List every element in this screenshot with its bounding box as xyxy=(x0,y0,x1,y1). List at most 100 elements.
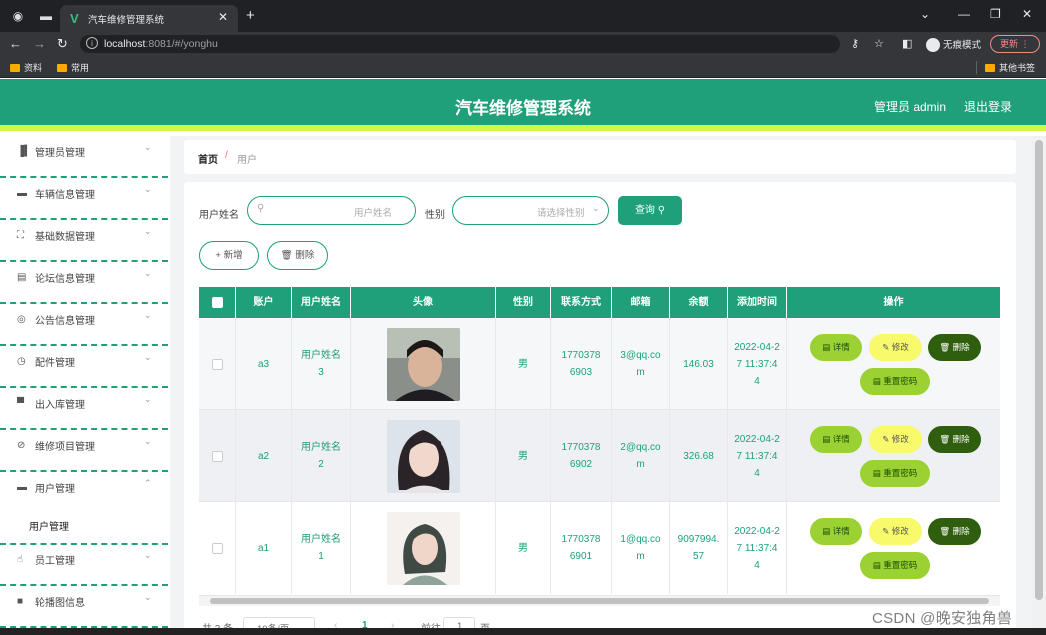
detail-button[interactable]: ▤ 详情 xyxy=(810,334,862,361)
name-search-input[interactable]: ⚲ 用户姓名 xyxy=(247,196,416,225)
cell-actions: ▤ 详情 ✎ 修改 🗑 删除 ▤ 重置密码 xyxy=(787,502,1000,594)
sidebar-item-repair[interactable]: ⊘ 维修项目管理 ⌄ xyxy=(0,430,168,472)
reset-password-button[interactable]: ▤ 重置密码 xyxy=(860,368,930,395)
bookmark-folder-2[interactable]: 常用 xyxy=(57,61,89,74)
delete-button[interactable]: 🗑 删除 xyxy=(928,518,981,545)
row-checkbox[interactable] xyxy=(211,542,223,554)
site-info-icon[interactable]: i xyxy=(86,37,98,49)
thumb-up-icon: ☝ xyxy=(17,554,24,565)
chevron-down-icon: ⌄ xyxy=(144,592,152,602)
row-checkbox[interactable] xyxy=(211,358,223,370)
key-icon[interactable]: ⚷ xyxy=(851,37,859,50)
reset-password-button[interactable]: ▤ 重置密码 xyxy=(860,552,930,579)
cell-account: a3 xyxy=(236,318,292,410)
query-button[interactable]: 查询 ⚲ xyxy=(618,196,682,225)
page-vertical-scrollbar[interactable] xyxy=(1032,136,1046,635)
tab-search-icon[interactable]: ▬ xyxy=(38,8,54,24)
sidebar-item-notice[interactable]: ◎ 公告信息管理 ⌄ xyxy=(0,304,168,346)
select-all-checkbox[interactable] xyxy=(199,287,236,318)
breadcrumb: 首页 / 用户 xyxy=(184,140,1016,174)
delete-button[interactable]: 🗑 删除 xyxy=(928,334,981,361)
minimize-icon[interactable]: — xyxy=(958,7,970,21)
watermark: CSDN @晚安独角兽 xyxy=(872,610,1013,627)
chevron-down-icon: ⌄ xyxy=(144,268,152,278)
restore-icon[interactable]: ❐ xyxy=(990,7,1001,21)
cell-gender: 男 xyxy=(496,502,551,594)
edit-button[interactable]: ✎ 修改 xyxy=(869,518,922,545)
table-horizontal-scrollbar[interactable] xyxy=(199,596,1000,606)
bookmark-star-icon[interactable]: ☆ xyxy=(874,37,884,50)
back-icon[interactable]: ← xyxy=(9,36,22,51)
breadcrumb-separator: / xyxy=(225,150,228,161)
chevron-down-icon: ⌄ xyxy=(144,226,152,236)
chevron-down-icon: ⌄ xyxy=(144,394,152,404)
sidebar-item-forum[interactable]: ▤ 论坛信息管理 ⌄ xyxy=(0,262,168,304)
trash-icon: 🗑 xyxy=(280,250,293,261)
search-icon: ⚲ xyxy=(657,205,666,216)
sidebar-item-label: 论坛信息管理 xyxy=(35,274,95,285)
document-icon: ▤ xyxy=(872,376,881,386)
detail-button[interactable]: ▤ 详情 xyxy=(810,426,862,453)
bookmark-folder-1[interactable]: 资料 xyxy=(10,61,42,74)
cell-phone: 17703786902 xyxy=(551,410,612,502)
update-button[interactable]: 更新 ⋮ xyxy=(990,35,1040,53)
new-tab-icon[interactable]: + xyxy=(246,7,255,24)
cell-time: 2022-04-27 11:37:44 xyxy=(728,410,787,502)
cell-phone: 17703786903 xyxy=(551,318,612,410)
briefcase-icon: ▬ xyxy=(17,188,27,199)
breadcrumb-home[interactable]: 首页 xyxy=(198,151,218,166)
os-taskbar xyxy=(0,628,1046,635)
user-avatar-image xyxy=(386,327,460,401)
side-panel-icon[interactable]: ◧ xyxy=(902,37,912,50)
chevron-up-icon: ⌃ xyxy=(144,478,152,488)
sidebar-item-label: 公告信息管理 xyxy=(35,316,95,327)
admin-label: 管理员 admin xyxy=(874,100,947,114)
browser-tab-bar: ◉ ▬ V 汽车维修管理系统 ✕ + ⌄ — ❐ ✕ xyxy=(0,0,1046,32)
sidebar-item-basic-data[interactable]: ⛶ 基础数据管理 ⌄ xyxy=(0,220,168,262)
edit-button[interactable]: ✎ 修改 xyxy=(869,426,922,453)
breadcrumb-current: 用户 xyxy=(237,155,257,166)
reload-icon[interactable]: ↻ xyxy=(57,36,68,52)
edit-button[interactable]: ✎ 修改 xyxy=(869,334,922,361)
detail-button[interactable]: ▤ 详情 xyxy=(810,518,862,545)
cell-account: a2 xyxy=(236,410,292,502)
forward-icon[interactable]: → xyxy=(33,36,46,51)
tab-list-chevron-icon[interactable]: ⌄ xyxy=(920,7,930,21)
sidebar-item-staff[interactable]: ☝ 员工管理 ⌄ xyxy=(0,544,168,586)
batch-delete-button[interactable]: 🗑 删除 xyxy=(267,241,328,270)
col-phone: 联系方式 xyxy=(551,287,612,318)
other-bookmarks[interactable]: 其他书签 xyxy=(976,61,1035,74)
sidebar-subitem-users[interactable]: 用户管理 xyxy=(0,508,168,545)
table-header: 账户 用户姓名 头像 性别 联系方式 邮箱 余额 添加时间 操作 xyxy=(199,287,1000,318)
search-icon: ⚲ xyxy=(257,203,265,214)
sidebar-item-parts[interactable]: ◷ 配件管理 ⌄ xyxy=(0,346,168,388)
cell-actions: ▤ 详情 ✎ 修改 🗑 删除 ▤ 重置密码 xyxy=(787,318,1000,410)
chevron-down-icon: ⌄ xyxy=(144,184,152,194)
sidebar-item-admin[interactable]: ▐▍ 管理员管理 ⌄ xyxy=(0,136,168,178)
sidebar-item-vehicles[interactable]: ▬ 车辆信息管理 ⌄ xyxy=(0,178,168,220)
cell-email: 1@qq.com xyxy=(612,502,670,594)
chevron-down-icon: ⌄ xyxy=(144,142,152,152)
incognito-indicator[interactable]: 无痕模式 xyxy=(926,37,981,53)
plus-icon: + xyxy=(215,250,221,261)
sidebar-item-carousel[interactable]: ■ 轮播图信息 ⌄ xyxy=(0,586,168,628)
sidebar-item-label: 出入库管理 xyxy=(35,400,85,411)
chrome-menu-icon[interactable]: ◉ xyxy=(10,8,26,24)
no-signal-icon: ⊘ xyxy=(17,440,26,451)
close-window-icon[interactable]: ✕ xyxy=(1022,7,1032,21)
sidebar: ▐▍ 管理员管理 ⌄ ▬ 车辆信息管理 ⌄ ⛶ 基础数据管理 ⌄ ▤ 论坛信息管… xyxy=(0,136,168,635)
chevron-down-icon: ⌄ xyxy=(144,550,152,560)
reset-password-button[interactable]: ▤ 重置密码 xyxy=(860,460,930,487)
sidebar-item-inventory[interactable]: ▀ 出入库管理 ⌄ xyxy=(0,388,168,430)
browser-tab[interactable]: V 汽车维修管理系统 ✕ xyxy=(60,5,238,32)
logout-link[interactable]: 退出登录 xyxy=(964,98,1012,115)
add-button[interactable]: + 新增 xyxy=(199,241,259,270)
delete-button[interactable]: 🗑 删除 xyxy=(928,426,981,453)
cell-balance: 326.68 xyxy=(670,410,728,502)
gender-select[interactable]: 请选择性别 ⌄ xyxy=(452,196,609,225)
cell-balance: 9097994.57 xyxy=(670,502,728,594)
row-checkbox[interactable] xyxy=(211,450,223,462)
url-field[interactable]: i localhost:8081/#/yonghu xyxy=(80,35,840,53)
address-bar-row: ← → ↻ i localhost:8081/#/yonghu ⚷ ☆ ◧ 无痕… xyxy=(0,32,1046,56)
close-tab-icon[interactable]: ✕ xyxy=(218,10,228,24)
